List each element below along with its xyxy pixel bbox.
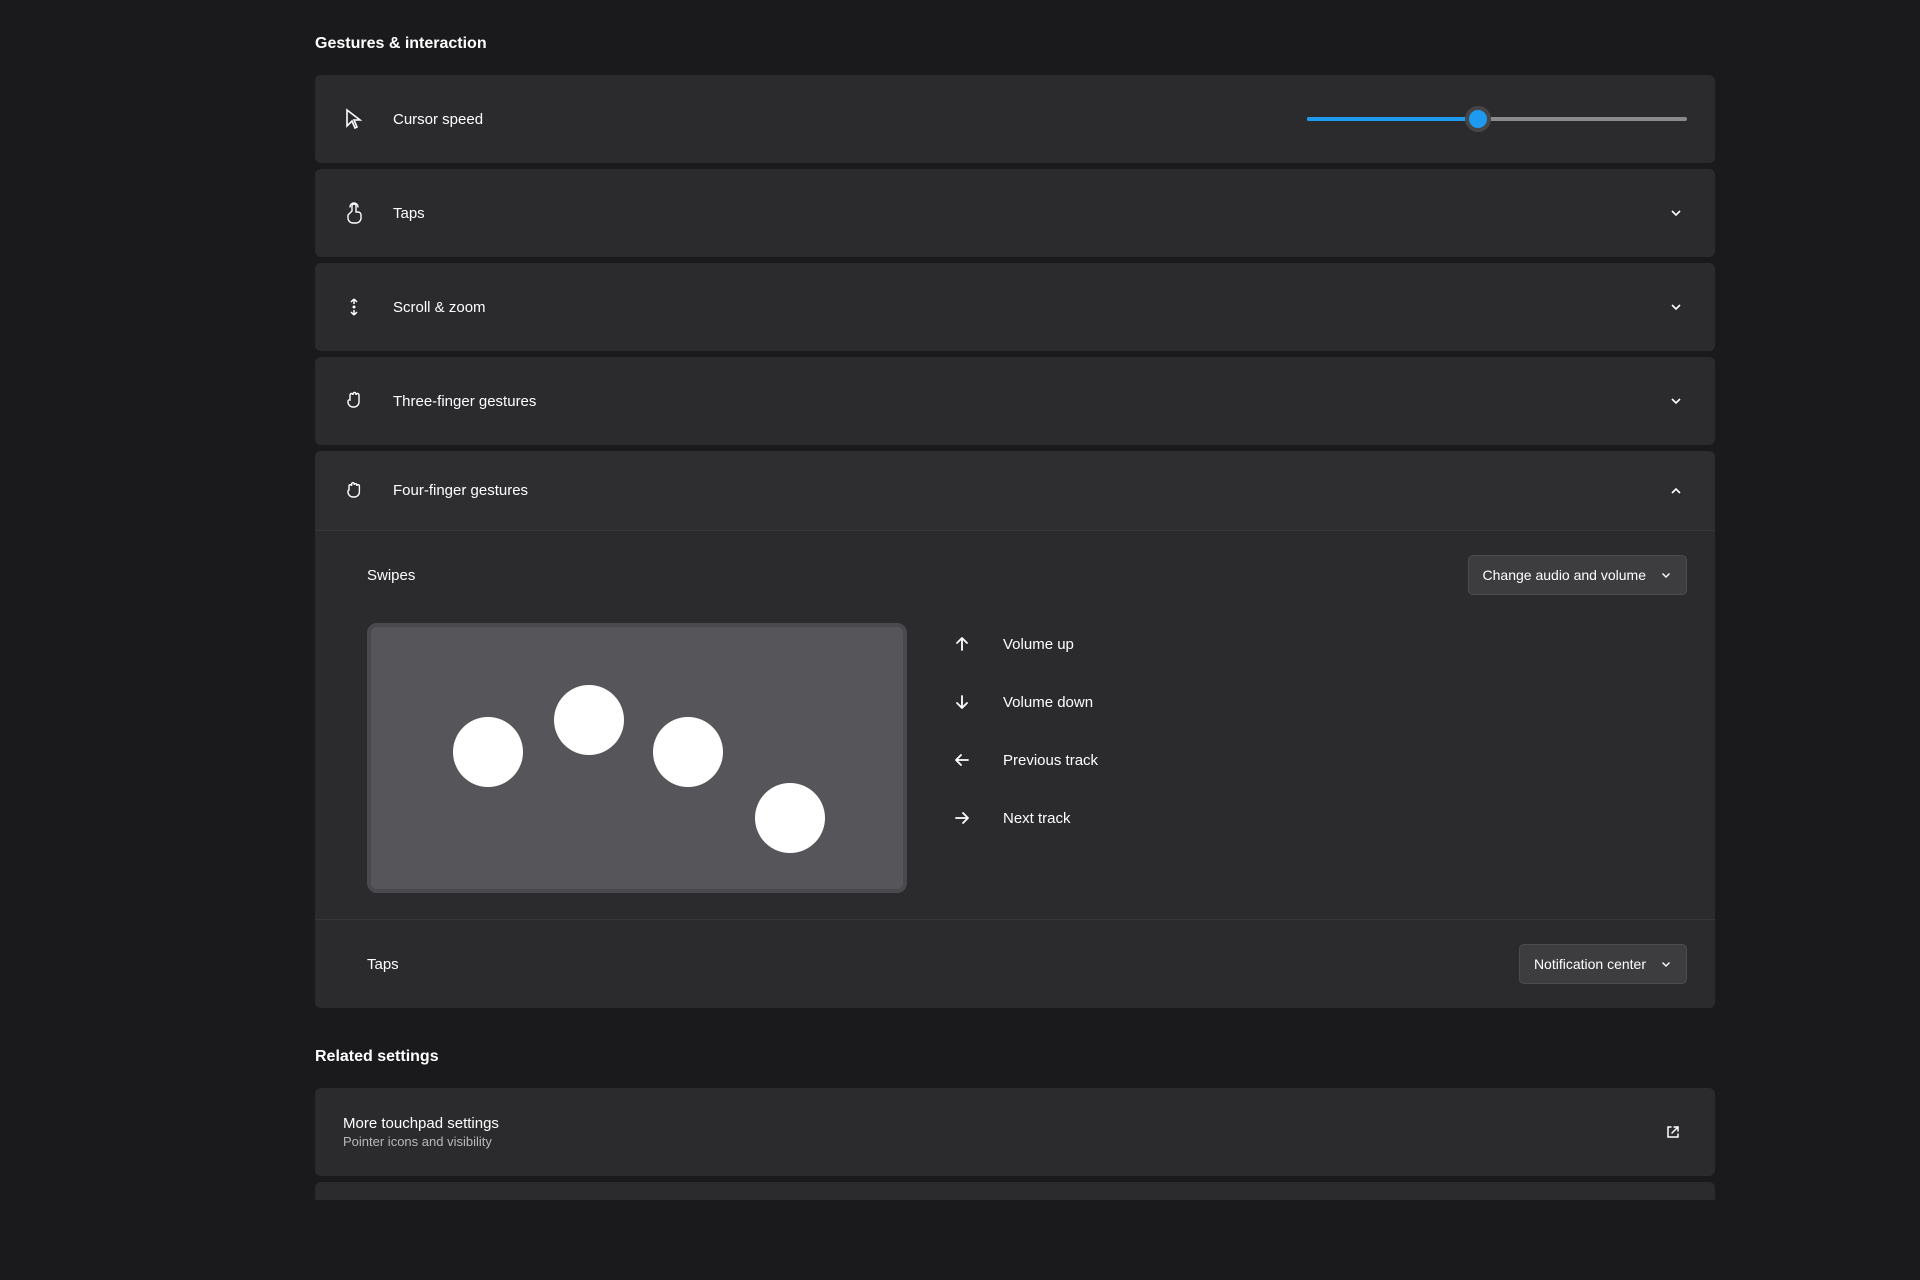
section-header-gestures: Gestures & interaction <box>315 35 1715 53</box>
swipes-label: Swipes <box>367 567 415 584</box>
section-header-related: Related settings <box>315 1048 1715 1066</box>
more-touchpad-subtitle: Pointer icons and visibility <box>343 1134 492 1149</box>
scroll-zoom-label: Scroll & zoom <box>393 299 486 316</box>
three-finger-label: Three-finger gestures <box>393 393 536 410</box>
row-scroll-zoom[interactable]: Scroll & zoom <box>315 263 1715 351</box>
swipes-dropdown-value: Change audio and volume <box>1483 567 1646 583</box>
scroll-zoom-icon <box>343 296 365 318</box>
touchpad-diagram <box>367 623 907 893</box>
gesture-up-label: Volume up <box>1003 636 1074 653</box>
row-three-finger[interactable]: Three-finger gestures <box>315 357 1715 445</box>
taps-label: Taps <box>393 205 425 222</box>
cursor-speed-label: Cursor speed <box>393 111 483 128</box>
gesture-right: Next track <box>953 809 1098 827</box>
arrow-right-icon <box>953 809 971 827</box>
gesture-left-label: Previous track <box>1003 752 1098 769</box>
chevron-down-icon <box>1669 300 1683 314</box>
arrow-up-icon <box>953 635 971 653</box>
gesture-left: Previous track <box>953 751 1098 769</box>
more-touchpad-title: More touchpad settings <box>343 1115 499 1132</box>
gesture-list: Volume up Volume down Prev <box>953 623 1098 827</box>
row-taps[interactable]: Taps <box>315 169 1715 257</box>
chevron-down-icon <box>1669 206 1683 220</box>
cursor-speed-slider[interactable] <box>1307 107 1687 131</box>
row-cursor-speed: Cursor speed <box>315 75 1715 163</box>
gesture-right-label: Next track <box>1003 810 1071 827</box>
four-finger-label: Four-finger gestures <box>393 482 528 499</box>
gesture-up: Volume up <box>953 635 1098 653</box>
chevron-down-icon <box>1660 569 1672 581</box>
row-more-touchpad-settings[interactable]: More touchpad settings Pointer icons and… <box>315 1088 1715 1176</box>
row-partial <box>315 1182 1715 1200</box>
chevron-down-icon <box>1660 958 1672 970</box>
chevron-down-icon <box>1669 394 1683 408</box>
row-four-finger: Four-finger gestures Swipes Change audio… <box>315 451 1715 1008</box>
gesture-down-label: Volume down <box>1003 694 1093 711</box>
row-four-finger-header[interactable]: Four-finger gestures <box>315 451 1715 531</box>
hand-icon <box>343 390 365 412</box>
gesture-down: Volume down <box>953 693 1098 711</box>
tap-icon <box>343 202 365 224</box>
open-external-icon <box>1665 1124 1681 1140</box>
four-finger-taps-label: Taps <box>367 956 399 973</box>
arrow-down-icon <box>953 693 971 711</box>
four-finger-taps-dropdown-value: Notification center <box>1534 956 1646 972</box>
arrow-left-icon <box>953 751 971 769</box>
hand-icon <box>343 480 365 502</box>
chevron-up-icon <box>1669 484 1683 498</box>
cursor-icon <box>343 108 365 130</box>
swipes-dropdown[interactable]: Change audio and volume <box>1468 555 1687 595</box>
four-finger-taps-dropdown[interactable]: Notification center <box>1519 944 1687 984</box>
